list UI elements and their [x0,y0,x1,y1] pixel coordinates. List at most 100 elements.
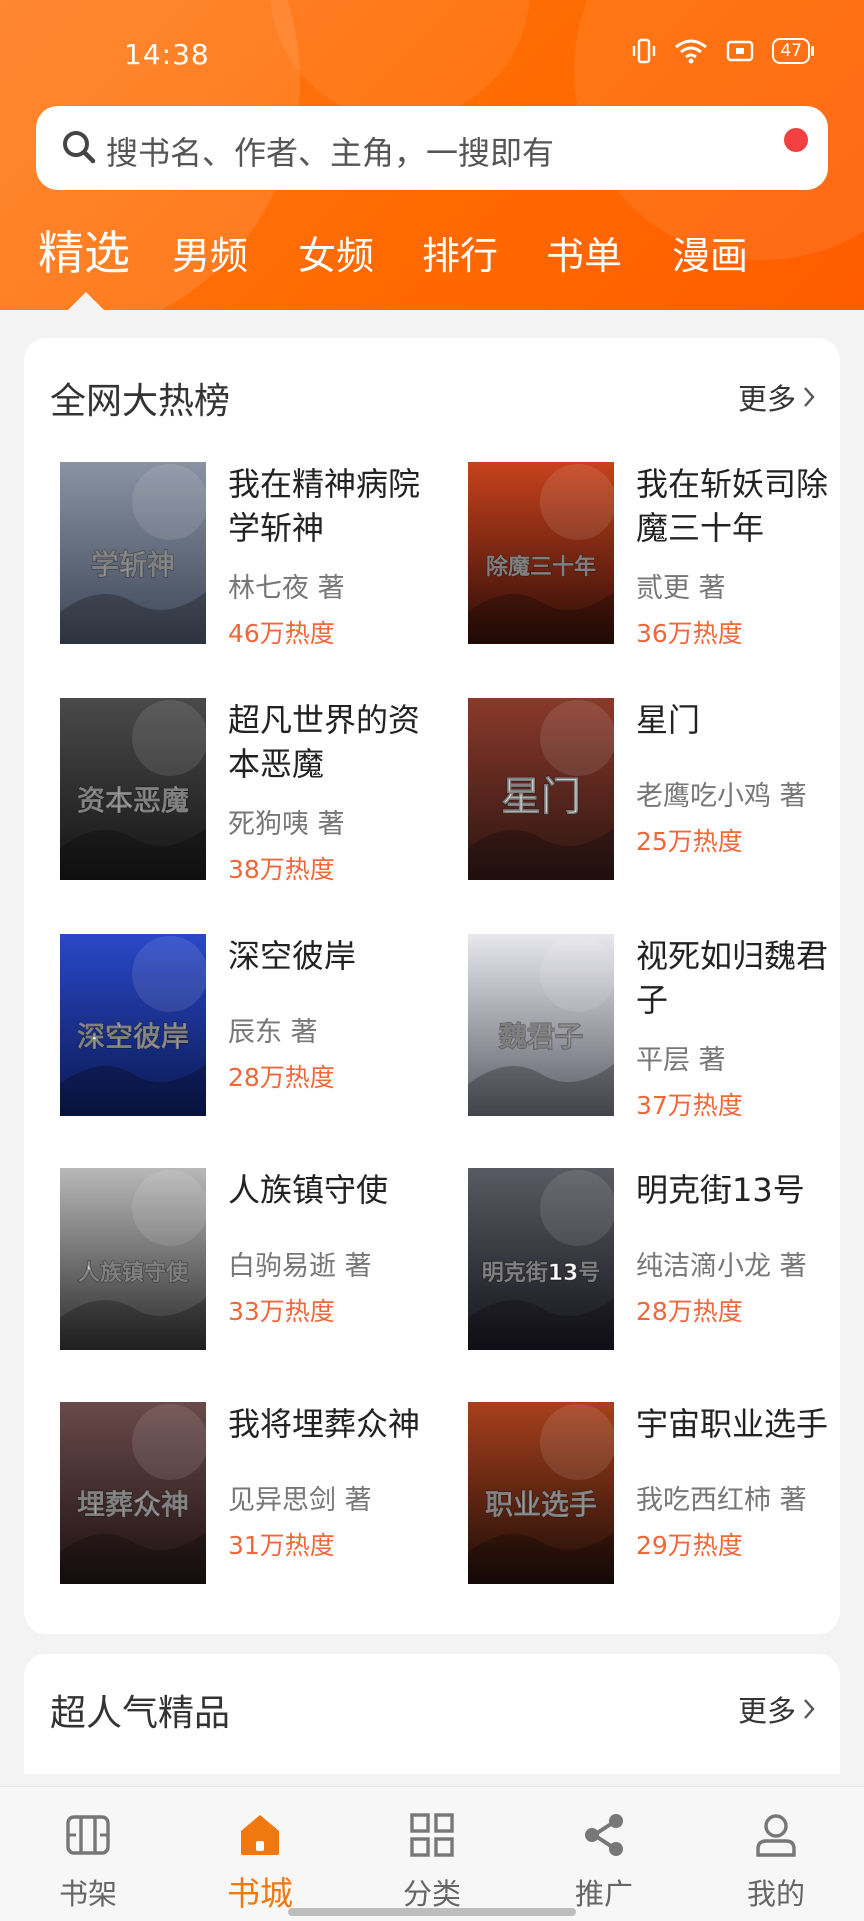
nav-profile[interactable]: 我的 [690,1787,862,1921]
active-tab-indicator [68,292,104,310]
book-item[interactable]: 职业选手 宇宙职业选手我吃西红柿 著 29万热度 [468,1402,848,1588]
nav-label: 我的 [746,1877,805,1911]
tab-female[interactable]: 女频 [298,225,374,280]
book-heat: 25万热度 [636,827,743,856]
book-cover[interactable]: 星门 [468,698,614,880]
cover-title: 深空彼岸 [77,1020,189,1053]
book-item[interactable]: 星门 星门 老鹰吃小鸡 著 25万热度 [468,698,848,884]
book-title[interactable]: 人族镇守使 [228,1168,428,1212]
book-author: 老鹰吃小鸡 著 [636,781,807,812]
store-icon [241,1815,279,1855]
book-cover-art: 除魔三十年 [468,462,614,644]
chevron-right-icon [804,1699,815,1719]
book-item[interactable]: 埋葬众神 我将埋葬众神见异思剑 著 31万热度 [60,1402,440,1588]
tab-ranking[interactable]: 排行 [422,225,498,280]
more-button[interactable]: 更多 [738,1688,816,1730]
book-cover-art: 学斩神 [60,462,206,644]
book-title[interactable]: 超凡世界的资本恶魔 [228,698,428,786]
more-button[interactable]: 更多 [738,376,816,418]
cover-title: 魏君子 [499,1020,583,1053]
book-title[interactable]: 视死如归魏君子 [636,934,836,1022]
book-title[interactable]: 明克街13号 [636,1168,836,1212]
book-title[interactable]: 我在精神病院学斩神 [228,462,428,550]
search-input[interactable]: 搜书名、作者、主角，一搜即有 [36,106,828,190]
book-cover[interactable]: 深空彼岸 [60,934,206,1116]
wifi-icon [675,39,708,64]
book-cover[interactable]: 职业选手 [468,1402,614,1584]
book-item[interactable]: 魏君子 视死如归魏君子 平层 著 37万热度 [468,934,848,1120]
book-cover-art: 职业选手 [468,1402,614,1584]
book-cover[interactable]: 学斩神 [60,462,206,644]
book-item[interactable]: 学斩神 我在精神病院学斩神 林七夜 著 46万热度 [60,462,440,648]
book-author: 死狗咦 著 [228,809,345,840]
nav-category[interactable]: 分类 [346,1787,518,1921]
bookshelf-icon [66,1815,110,1855]
category-icon [410,1813,454,1857]
header: 14:38 47 搜书名、作者、主角，一搜即有 精选 男频 女频 排行 书单 漫… [0,0,864,310]
book-cover[interactable]: 人族镇守使 [60,1168,206,1350]
category-tabs: 精选 男频 女频 排行 书单 漫画 [0,225,864,295]
book-cover[interactable]: 魏君子 [468,934,614,1116]
book-heat: 29万热度 [636,1531,743,1560]
nav-label: 书架 [58,1877,117,1911]
book-item[interactable]: 人族镇守使 人族镇守使 白驹易逝 著 33万热度 [60,1168,440,1354]
search-icon [63,131,96,164]
tab-featured[interactable]: 精选 [38,217,130,283]
status-bar: 14:38 47 [0,0,864,110]
tab-booklist[interactable]: 书单 [546,225,622,280]
book-item[interactable]: 明克街13号 明克街13号 纯洁滴小龙 著 28万热度 [468,1168,848,1354]
chevron-right-icon [804,387,815,407]
book-item[interactable]: 资本恶魔 超凡世界的资本恶魔死狗咦 著 38万热度 [60,698,440,884]
nav-label: 分类 [402,1877,461,1911]
status-time: 14:38 [124,38,210,71]
cover-title: 星门 [501,774,581,820]
book-cover[interactable]: 埋葬众神 [60,1402,206,1584]
nav-store[interactable]: 书城 [174,1787,346,1921]
book-author: 平层 著 [636,1045,726,1076]
book-cover[interactable]: 资本恶魔 [60,698,206,880]
nav-bookshelf[interactable]: 书架 [2,1787,174,1921]
home-indicator [288,1908,576,1916]
book-author: 贰更 著 [636,573,726,604]
search-placeholder: 搜书名、作者、主角，一搜即有 [106,134,555,172]
cover-title: 学斩神 [91,548,175,581]
more-label: 更多 [737,1694,796,1728]
book-heat: 28万热度 [636,1297,743,1326]
book-cover-art: 魏君子 [468,934,614,1116]
book-title[interactable]: 宇宙职业选手 [636,1402,836,1446]
book-author: 辰东 著 [228,1017,318,1048]
book-heat: 33万热度 [228,1297,335,1326]
vibrate-icon [633,38,656,64]
tab-male[interactable]: 男频 [172,225,248,280]
book-cover[interactable]: 明克街13号 [468,1168,614,1350]
book-item[interactable]: 除魔三十年 我在斩妖司除魔三十年贰更 著 36万热度 [468,462,848,648]
hot-list-card: 全网大热榜 更多 学斩神 我在精神病院学斩神 林七夜 著 46万热度 除魔三十年 我在斩妖… [24,338,840,1634]
book-cover-art: 深空彼岸 [60,934,206,1116]
book-title[interactable]: 我将埋葬众神 [228,1402,428,1446]
book-author: 我吃西红柿 著 [636,1485,807,1516]
book-heat: 28万热度 [228,1063,335,1092]
book-title[interactable]: 星门 [636,698,836,742]
cover-title: 明克街13号 [482,1260,601,1286]
tab-comics[interactable]: 漫画 [672,225,748,280]
notification-dot[interactable] [784,128,808,152]
bottom-nav: 书架 书城 分类 推广 我的 [0,1786,864,1921]
cover-title: 除魔三十年 [486,554,596,580]
book-title[interactable]: 我在斩妖司除魔三十年 [636,462,836,550]
book-cover-art: 人族镇守使 [60,1168,206,1350]
book-heat: 31万热度 [228,1531,335,1560]
sim-icon [727,40,754,62]
book-title[interactable]: 深空彼岸 [228,934,428,978]
book-cover-art: 星门 [468,698,614,880]
book-cover[interactable]: 除魔三十年 [468,462,614,644]
book-author: 见异思剑 著 [228,1485,372,1516]
section-title: 全网大热榜 [50,381,231,422]
book-cover-art: 明克街13号 [468,1168,614,1350]
nav-promote[interactable]: 推广 [518,1787,690,1921]
book-item[interactable]: 深空彼岸 深空彼岸 辰东 著 28万热度 [60,934,440,1120]
share-icon [585,1814,623,1856]
book-heat: 38万热度 [228,855,335,884]
battery-icon: 47 [772,38,814,64]
cover-title: 埋葬众神 [77,1488,189,1521]
book-heat: 36万热度 [636,619,743,648]
